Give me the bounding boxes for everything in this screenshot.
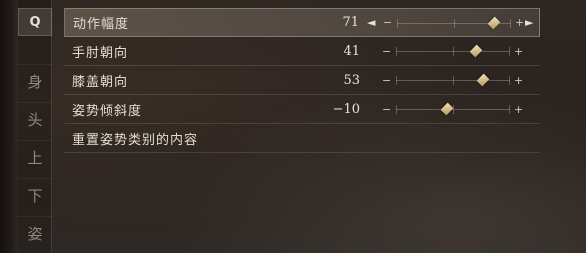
minus-icon[interactable]: −	[382, 103, 391, 116]
slider-tick	[454, 19, 455, 28]
slider-tick	[509, 105, 510, 114]
setting-label: 手肘朝向	[72, 45, 129, 61]
slider-track[interactable]	[397, 19, 511, 28]
tab-head-label: 头	[27, 111, 43, 129]
setting-value: 71	[342, 15, 359, 30]
plus-icon[interactable]: +	[514, 74, 523, 87]
plus-icon[interactable]: +	[514, 45, 523, 58]
slider-knob[interactable]	[472, 44, 480, 58]
setting-row-pose-tilt[interactable]: 姿势倾斜度 −10 − +	[64, 95, 540, 124]
slider-track[interactable]	[396, 76, 510, 85]
tab-body[interactable]: 身	[18, 64, 52, 98]
settings-list: 动作幅度 71 ◄ − + ► 手肘朝向 41 − + 膝盖朝向 53 − + …	[64, 8, 540, 153]
slider-tick	[453, 76, 454, 85]
setting-value: −10	[332, 101, 360, 117]
slider-knob[interactable]	[443, 102, 451, 116]
arrow-left-icon[interactable]: ◄	[367, 16, 375, 29]
slider-tick	[510, 19, 511, 28]
plus-icon[interactable]: +	[515, 16, 524, 29]
minus-icon[interactable]: −	[383, 16, 392, 29]
setting-label: 膝盖朝向	[72, 74, 129, 90]
setting-row-elbow-direction[interactable]: 手肘朝向 41 − +	[64, 37, 540, 66]
setting-value: 41	[343, 43, 360, 59]
tab-lower-body-label: 下	[27, 187, 43, 205]
slider-track[interactable]	[396, 105, 510, 114]
slider-tick	[396, 76, 397, 85]
tab-head[interactable]: 头	[18, 102, 52, 136]
tab-lower-body[interactable]: 下	[18, 178, 52, 212]
setting-label: 动作幅度	[73, 17, 130, 32]
tab-upper-body-label: 上	[27, 149, 43, 167]
search-key-label: Q	[29, 14, 41, 30]
slider-tick	[453, 47, 454, 56]
slider-knob[interactable]	[490, 16, 498, 30]
setting-value: 53	[343, 72, 360, 88]
arrow-right-icon[interactable]: ►	[525, 16, 533, 29]
minus-icon[interactable]: −	[382, 45, 391, 58]
tab-pose-label: 姿	[27, 225, 43, 243]
plus-icon[interactable]: +	[514, 103, 523, 116]
slider-tick	[396, 47, 397, 56]
reset-pose-category-button[interactable]: 重置姿势类别的内容	[64, 124, 540, 153]
slider-track[interactable]	[396, 47, 510, 56]
search-key-hint[interactable]: Q	[18, 8, 52, 36]
minus-icon[interactable]: −	[382, 74, 391, 87]
reset-label: 重置姿势类别的内容	[72, 132, 199, 148]
slider-knob[interactable]	[479, 73, 487, 87]
setting-row-knee-direction[interactable]: 膝盖朝向 53 − +	[64, 66, 540, 95]
setting-row-motion-amplitude[interactable]: 动作幅度 71 ◄ − + ►	[64, 8, 540, 37]
slider-tick	[396, 105, 397, 114]
slider-tick	[509, 47, 510, 56]
tab-upper-body[interactable]: 上	[18, 140, 52, 174]
tab-body-label: 身	[27, 73, 43, 91]
tab-pose[interactable]: 姿	[18, 216, 52, 250]
slider-tick	[509, 76, 510, 85]
slider-tick	[397, 19, 398, 28]
slider-tick	[453, 105, 454, 114]
setting-label: 姿势倾斜度	[72, 103, 143, 119]
window-edge	[0, 0, 18, 253]
